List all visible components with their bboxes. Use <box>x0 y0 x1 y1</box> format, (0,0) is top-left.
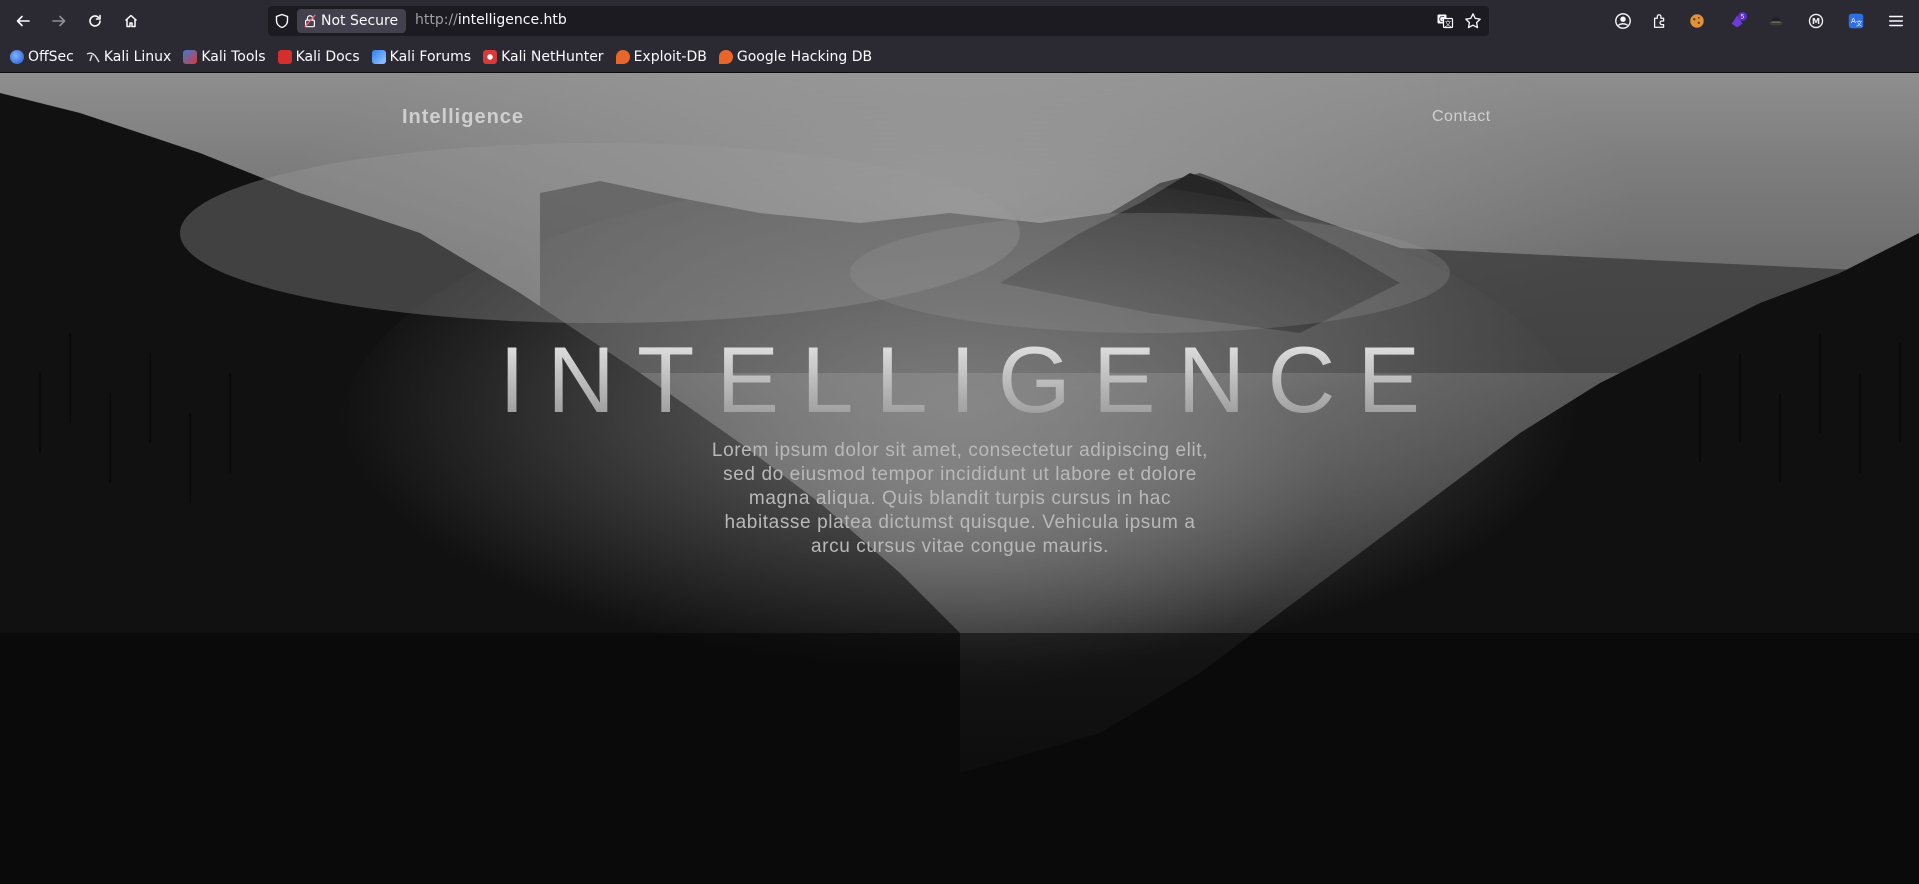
extension-badge-count: 5 <box>1741 14 1745 21</box>
extensions-icon <box>1653 14 1665 28</box>
browser-window: Not Secure http://intelligence.htb G文 5 … <box>0 0 1919 884</box>
ghdb-icon <box>718 50 733 64</box>
extensions-button[interactable] <box>1650 11 1670 31</box>
svg-text:文: 文 <box>1445 19 1452 28</box>
url-text[interactable]: http://intelligence.htb <box>415 12 567 28</box>
exploit-db-icon <box>615 50 630 64</box>
translate-ext-icon: A文 <box>1848 13 1864 29</box>
hero-description: Lorem ipsum dolor sit amet, consectetur … <box>711 440 1209 557</box>
translate-icon[interactable]: G文 <box>1436 12 1454 30</box>
bookmark-label: OffSec <box>28 49 74 65</box>
lock-warning-icon <box>304 14 316 28</box>
bookmark-label: Kali Docs <box>295 49 360 65</box>
browser-toolbar: Not Secure http://intelligence.htb G文 5 … <box>0 0 1919 42</box>
bookmark-kali-nethunter[interactable]: Kali NetHunter <box>483 49 604 65</box>
kali-docs-icon <box>277 50 292 64</box>
hero-title: INTELLIGENCE <box>0 326 1919 434</box>
kali-icon <box>86 50 100 64</box>
bookmark-kali-linux[interactable]: Kali Linux <box>86 49 171 65</box>
app-menu-button[interactable] <box>1886 11 1906 31</box>
bookmark-offsec[interactable]: OffSec <box>10 49 74 65</box>
bookmark-label: Exploit-DB <box>633 49 707 65</box>
reload-button[interactable] <box>80 6 110 36</box>
bookmark-google-hacking-db[interactable]: Google Hacking DB <box>718 49 873 65</box>
web-page: Intelligence Contact INTELLIGENCE Lorem … <box>0 73 1919 884</box>
bookmark-label: Kali Forums <box>389 49 472 65</box>
m-extension[interactable]: M <box>1806 11 1826 31</box>
hat-extension[interactable] <box>1766 11 1786 31</box>
url-protocol: http:// <box>415 12 458 28</box>
shield-icon[interactable] <box>274 13 290 29</box>
account-button[interactable] <box>1613 11 1633 31</box>
security-label: Not Secure <box>321 13 399 29</box>
nethunter-icon <box>483 50 498 64</box>
forward-icon <box>52 15 66 27</box>
cookie-extension[interactable] <box>1687 11 1707 31</box>
bookmark-label: Google Hacking DB <box>736 49 873 65</box>
forward-button[interactable] <box>44 6 74 36</box>
offsec-icon <box>10 50 24 64</box>
bookmark-star-icon[interactable] <box>1464 12 1482 30</box>
badge-extension[interactable]: 5 <box>1728 11 1748 31</box>
bookmark-kali-tools[interactable]: Kali Tools <box>183 49 266 65</box>
bookmark-label: Kali Linux <box>103 49 172 65</box>
svg-text:A: A <box>1851 16 1856 25</box>
bookmark-label: Kali Tools <box>201 49 266 65</box>
home-button[interactable] <box>116 6 146 36</box>
bookmark-label: Kali NetHunter <box>501 49 604 65</box>
bookmarks-toolbar: OffSec Kali Linux Kali Tools Kali Docs K… <box>0 42 1919 73</box>
reload-icon <box>89 14 101 27</box>
site-logo[interactable]: Intelligence <box>402 106 524 129</box>
bookmark-kali-forums[interactable]: Kali Forums <box>371 49 472 65</box>
account-icon <box>1615 13 1631 29</box>
circle-m-icon: M <box>1808 13 1824 29</box>
kali-tools-icon <box>183 50 198 64</box>
bookmark-kali-docs[interactable]: Kali Docs <box>277 49 360 65</box>
security-indicator[interactable]: Not Secure <box>297 9 407 33</box>
extension-badge-icon: 5 <box>1731 11 1748 28</box>
back-icon <box>16 15 30 27</box>
translate-extension[interactable]: A文 <box>1846 11 1866 31</box>
kali-forums-icon <box>371 50 386 64</box>
url-host: intelligence.htb <box>457 12 567 28</box>
back-button[interactable] <box>8 6 38 36</box>
cookie-icon <box>1690 14 1704 28</box>
bookmark-exploit-db[interactable]: Exploit-DB <box>615 49 707 65</box>
nav-contact-link[interactable]: Contact <box>1432 108 1491 126</box>
hat-icon <box>1768 17 1784 26</box>
svg-text:文: 文 <box>1856 19 1863 28</box>
menu-icon <box>1888 15 1904 27</box>
address-bar[interactable]: Not Secure http://intelligence.htb G文 <box>268 6 1489 36</box>
home-icon <box>124 14 138 28</box>
svg-text:M: M <box>1812 16 1820 26</box>
